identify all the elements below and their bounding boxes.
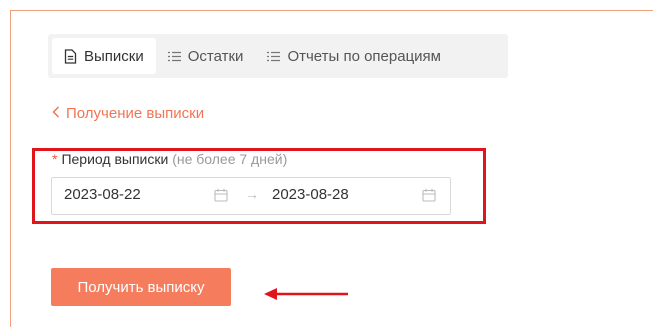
list-icon bbox=[267, 51, 281, 62]
back-link-label: Получение выписки bbox=[66, 105, 205, 122]
period-field-label: * Период выписки (не более 7 дней) bbox=[52, 151, 287, 167]
calendar-icon[interactable] bbox=[422, 188, 436, 207]
calendar-icon[interactable] bbox=[214, 188, 228, 207]
pointer-arrow-icon bbox=[262, 286, 352, 307]
document-icon bbox=[64, 48, 77, 64]
end-date-input[interactable] bbox=[272, 186, 402, 203]
tab-statements[interactable]: Выписки bbox=[52, 38, 156, 74]
required-marker: * bbox=[52, 151, 58, 167]
range-separator-arrow: → bbox=[245, 186, 259, 202]
tab-label: Отчеты по операциям bbox=[287, 47, 441, 65]
get-statement-button[interactable]: Получить выписку bbox=[51, 268, 231, 306]
date-range-picker[interactable]: → bbox=[51, 177, 451, 215]
back-link[interactable]: Получение выписки bbox=[52, 105, 204, 122]
list-icon bbox=[167, 51, 181, 62]
tab-label: Выписки bbox=[84, 47, 144, 65]
tab-bar: Выписки Остатки Отчеты по операциям bbox=[48, 34, 508, 78]
tab-operation-reports[interactable]: Отчеты по операциям bbox=[255, 38, 453, 74]
period-hint: (не более 7 дней) bbox=[172, 151, 288, 167]
tab-label: Остатки bbox=[187, 47, 244, 65]
period-label-text: Период выписки bbox=[61, 151, 169, 167]
chevron-left-icon bbox=[52, 105, 60, 122]
start-date-input[interactable] bbox=[64, 186, 194, 203]
tab-balances[interactable]: Остатки bbox=[156, 38, 256, 74]
